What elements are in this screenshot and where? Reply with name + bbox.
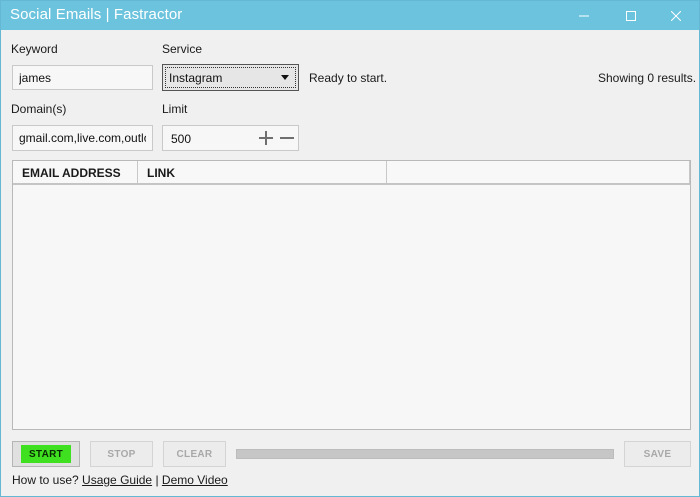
app-window: Social Emails | Fastractor Keyword Servi…: [0, 0, 700, 497]
status-text: Ready to start.: [309, 71, 388, 85]
service-selected-value: Instagram: [169, 71, 223, 85]
footer-separator: |: [155, 473, 159, 487]
minimize-icon: [579, 15, 589, 16]
help-prompt: How to use?: [12, 473, 79, 487]
maximize-icon: [626, 10, 636, 21]
results-count: Showing 0 results.: [598, 71, 697, 85]
keyword-label: Keyword: [11, 42, 58, 56]
column-header-link[interactable]: LINK: [138, 161, 387, 183]
service-select[interactable]: Instagram: [162, 64, 299, 91]
limit-stepper[interactable]: 500: [162, 125, 299, 151]
column-header-email[interactable]: EMAIL ADDRESS: [13, 161, 138, 183]
domains-input[interactable]: [12, 125, 153, 151]
close-button[interactable]: [653, 1, 699, 30]
column-header-empty[interactable]: [387, 161, 690, 183]
demo-video-link[interactable]: Demo Video: [162, 473, 228, 487]
save-button[interactable]: SAVE: [624, 441, 691, 467]
service-label: Service: [162, 42, 203, 56]
limit-label: Limit: [162, 102, 188, 116]
close-icon: [671, 10, 681, 21]
start-button[interactable]: START: [12, 441, 80, 467]
maximize-button[interactable]: [608, 1, 654, 30]
minimize-button[interactable]: [561, 1, 607, 30]
clear-button[interactable]: CLEAR: [163, 441, 226, 467]
progress-bar: [236, 449, 614, 459]
window-title: Social Emails | Fastractor: [10, 6, 183, 23]
limit-value[interactable]: 500: [171, 132, 191, 146]
title-bar[interactable]: Social Emails | Fastractor: [1, 1, 699, 30]
usage-guide-link[interactable]: Usage Guide: [82, 473, 152, 487]
table-header: EMAIL ADDRESS LINK: [13, 161, 690, 185]
domains-label: Domain(s): [11, 102, 67, 116]
results-table[interactable]: EMAIL ADDRESS LINK: [12, 160, 691, 430]
start-button-label: START: [21, 445, 71, 463]
minus-icon[interactable]: [279, 130, 295, 146]
help-footer: How to use? Usage Guide | Demo Video: [12, 473, 228, 487]
plus-icon[interactable]: [258, 130, 274, 146]
stop-button[interactable]: STOP: [90, 441, 153, 467]
keyword-input[interactable]: [12, 65, 153, 90]
chevron-down-icon: [281, 75, 289, 80]
